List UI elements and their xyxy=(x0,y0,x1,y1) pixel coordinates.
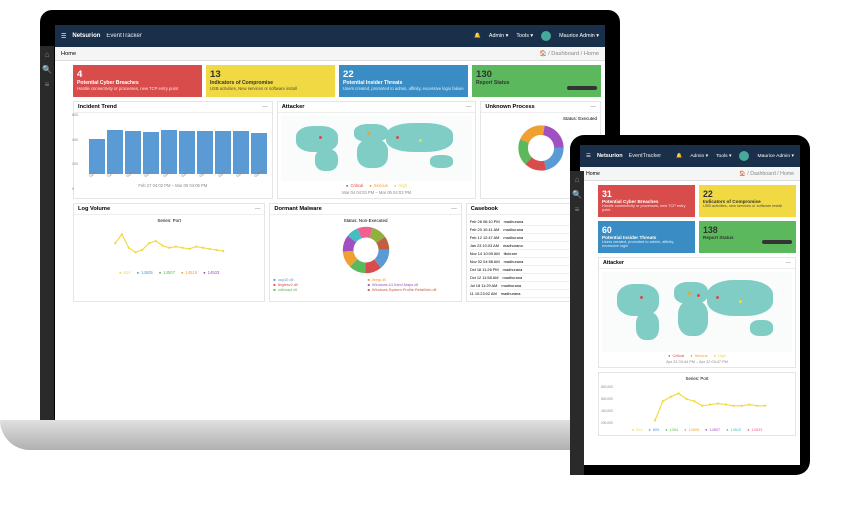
tablet-screen: ☰ Netsurion EventTracker 🔔 Admin ▾ Tools… xyxy=(580,145,800,465)
card-value: 31 xyxy=(602,189,691,199)
card-subtitle: USB activities, new services or software… xyxy=(703,204,792,208)
card-value: 13 xyxy=(210,69,331,80)
subheader: Home 🏠 / Dashboard / Home xyxy=(55,47,605,61)
brand-name: Netsurion xyxy=(72,33,100,39)
panel-log-volume: Series: Port 800,000600,000400,000200,00… xyxy=(598,372,796,436)
map-legend: Critical Serious High xyxy=(602,354,792,358)
notification-icon[interactable]: 🔔 xyxy=(474,33,481,39)
page-title: Home xyxy=(586,171,600,177)
card-ioc[interactable]: 13 Indicators of Compromise USB activiti… xyxy=(206,65,335,97)
time-range: Feb 27 04:02 PM – Mar 05 04:06 PM xyxy=(77,183,269,188)
unknown-process-donut xyxy=(516,123,566,173)
card-breaches[interactable]: 31 Potential Cyber Breaches Hostile conn… xyxy=(598,185,695,217)
laptop-device: ☰ Netsurion EventTracker 🔔 Admin ▾ Tools… xyxy=(40,10,620,440)
hamburger-icon[interactable]: ☰ xyxy=(586,153,591,159)
hamburger-icon[interactable]: ☰ xyxy=(61,33,66,40)
tools-menu[interactable]: Tools ▾ xyxy=(516,33,533,39)
panels-row-1: Incident Trend 6004002000 02/2702/2803/0… xyxy=(73,101,601,199)
breadcrumb[interactable]: 🏠 / Dashboard / Home xyxy=(539,51,599,57)
malware-donut xyxy=(341,225,391,275)
card-value: 4 xyxy=(77,69,198,80)
line-legend: 514 14505 14507 14515 14533 xyxy=(77,270,261,275)
status-label: Status: Executed xyxy=(484,116,597,121)
card-subtitle: Users created, promoted to admin, affini… xyxy=(343,86,464,91)
app-header: ☰ Netsurion EventTracker 🔔 Admin ▾ Tools… xyxy=(580,145,800,167)
panel-header: Attacker xyxy=(278,102,476,113)
app-header: ☰ Netsurion EventTracker 🔔 Admin ▾ Tools… xyxy=(55,25,605,47)
content: 31 Potential Cyber Breaches Hostile conn… xyxy=(594,181,800,465)
card-report[interactable]: 138 Report Status xyxy=(699,221,796,253)
card-subtitle: Hostile connectivity or processes, new T… xyxy=(602,204,691,212)
brand-name: Netsurion xyxy=(597,153,623,159)
sidebar: ⌂ 🔍 ≡ xyxy=(580,171,584,465)
brand-product: EventTracker xyxy=(106,33,141,39)
card-subtitle: Hostile connectivity or processes, new T… xyxy=(77,86,198,91)
time-range: Apr 22 03:44 PM – Apr 22 03:47 PM xyxy=(602,360,792,364)
search-icon[interactable]: 🔍 xyxy=(580,190,582,199)
laptop-screen: ☰ Netsurion EventTracker 🔔 Admin ▾ Tools… xyxy=(55,25,605,440)
admin-menu[interactable]: Admin ▾ xyxy=(690,153,708,159)
panel-header: Incident Trend xyxy=(74,102,272,113)
avatar[interactable] xyxy=(541,31,551,41)
panel-header: Log Volume xyxy=(74,204,264,215)
status-label: Status: Non-Executed xyxy=(273,218,457,223)
brand-product: EventTracker xyxy=(629,153,662,159)
panel-header: Attacker xyxy=(599,258,795,269)
card-breaches[interactable]: 4 Potential Cyber Breaches Hostile conne… xyxy=(73,65,202,97)
panel-header: Unknown Process xyxy=(481,102,600,113)
card-value: 22 xyxy=(343,69,464,80)
tools-menu[interactable]: Tools ▾ xyxy=(716,153,731,159)
panel-dormant-malware: Dormant Malware Status: Non-Executed usp… xyxy=(269,203,461,302)
world-map[interactable] xyxy=(602,272,792,352)
card-subtitle: USB activities, New services or software… xyxy=(210,86,331,91)
panel-attacker: Attacker Critical Serious High Mar 04 04… xyxy=(277,101,477,199)
avatar[interactable] xyxy=(739,151,749,161)
log-volume-chart xyxy=(77,223,261,268)
panel-incident-trend: Incident Trend 6004002000 02/2702/2803/0… xyxy=(73,101,273,199)
card-value: 22 xyxy=(703,189,792,199)
panels-row-2: Log Volume Series: Port 514 14505 14507 … xyxy=(73,203,601,302)
panel-attacker: Attacker Critical Serious High Apr 22 03… xyxy=(598,257,796,368)
tablet-device: ☰ Netsurion EventTracker 🔔 Admin ▾ Tools… xyxy=(570,135,810,475)
content: 4 Potential Cyber Breaches Hostile conne… xyxy=(69,61,605,440)
card-ioc[interactable]: 22 Indicators of Compromise USB activiti… xyxy=(699,185,796,217)
kpi-cards: 31 Potential Cyber Breaches Hostile conn… xyxy=(598,185,796,253)
time-range: Mar 04 04:03 PM – Mar 05 04:03 PM xyxy=(281,190,473,195)
card-value: 138 xyxy=(703,225,792,235)
user-menu[interactable]: Maurice Admin ▾ xyxy=(559,33,599,39)
donut-legend: usp10.dll libglesv2.dll udhisapi.dll lib… xyxy=(273,277,457,292)
kpi-cards: 4 Potential Cyber Breaches Hostile conne… xyxy=(73,65,601,97)
log-volume-chart xyxy=(626,381,792,426)
line-legend: 514 805 1304 14505 14507 14515 14533 xyxy=(602,428,792,432)
world-map[interactable] xyxy=(281,116,473,181)
card-subtitle: Users created, promoted to admin, affini… xyxy=(602,240,691,248)
card-insider[interactable]: 60 Potential Insider Threats Users creat… xyxy=(598,221,695,253)
page-title: Home xyxy=(61,51,76,57)
notification-icon[interactable]: 🔔 xyxy=(676,153,682,159)
breadcrumb[interactable]: 🏠 / Dashboard / Home xyxy=(739,171,794,177)
panel-log-volume: Log Volume Series: Port 514 14505 14507 … xyxy=(73,203,265,302)
subheader: Home 🏠 / Dashboard / Home xyxy=(580,167,800,181)
user-menu[interactable]: Maurice Admin ▾ xyxy=(757,153,794,159)
panel-header: Dormant Malware xyxy=(270,204,460,215)
card-insider[interactable]: 22 Potential Insider Threats Users creat… xyxy=(339,65,468,97)
card-report[interactable]: 130 Report Status xyxy=(472,65,601,97)
admin-menu[interactable]: Admin ▾ xyxy=(489,33,508,39)
card-value: 130 xyxy=(476,69,597,80)
map-legend: Critical Serious High xyxy=(281,183,473,188)
card-value: 60 xyxy=(602,225,691,235)
